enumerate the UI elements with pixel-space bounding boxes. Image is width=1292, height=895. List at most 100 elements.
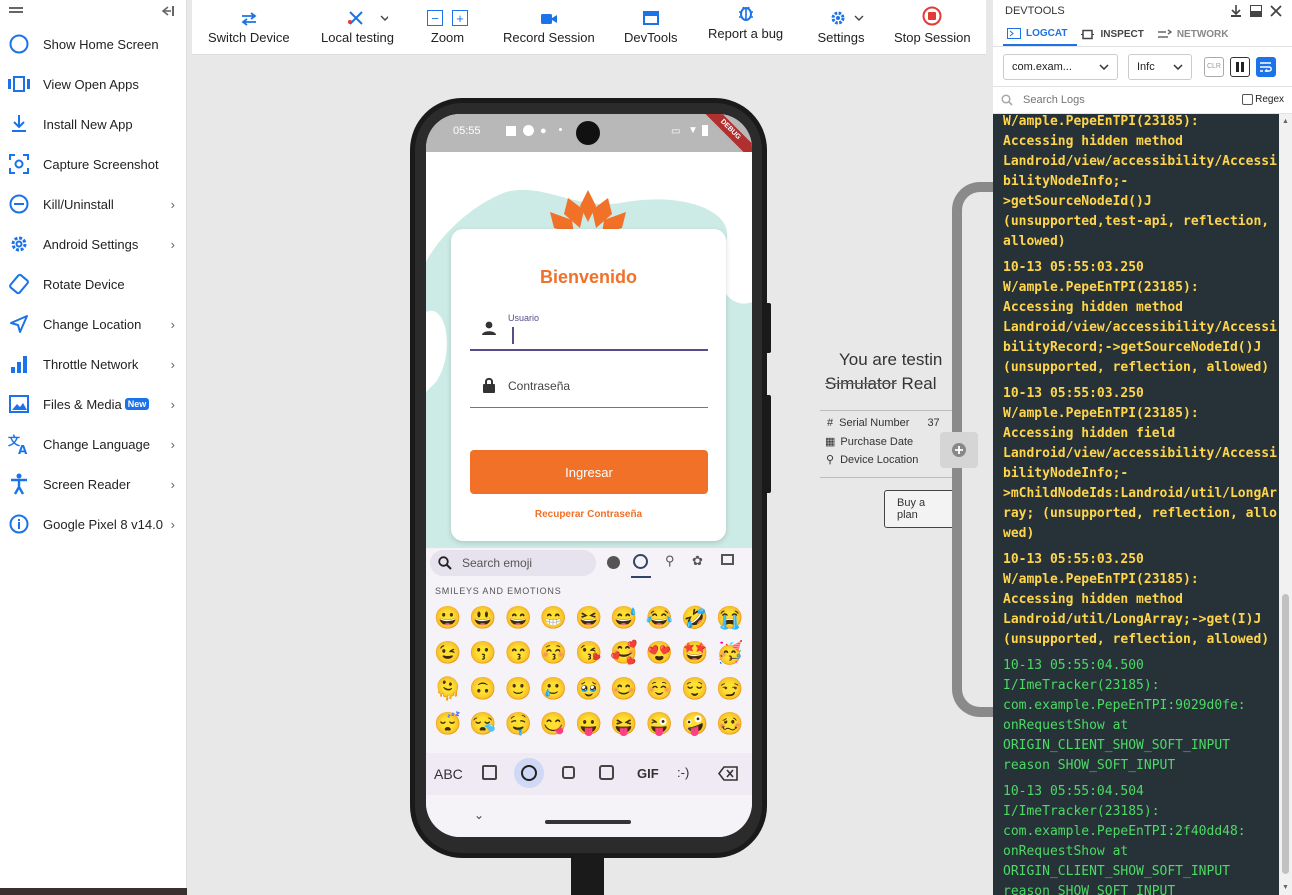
emoji-key[interactable]: 🤩	[677, 636, 712, 672]
log-level-select[interactable]: Infc	[1128, 53, 1192, 80]
emoji-key[interactable]: 😝	[606, 707, 641, 743]
sticker-search-key[interactable]	[482, 765, 497, 780]
sidebar-item-files-media[interactable]: Files & Media New ›	[0, 384, 186, 424]
sidebar-item-screen-reader[interactable]: Screen Reader ›	[0, 464, 186, 504]
devtools-button[interactable]: DevTools	[624, 0, 677, 55]
sidebar-item-install-new-app[interactable]: Install New App	[0, 104, 186, 144]
emoji-key[interactable]: 😛	[571, 707, 606, 743]
emoji-key[interactable]: 😋	[536, 707, 571, 743]
emoji-key[interactable]: 😴	[430, 707, 465, 743]
emoji-key[interactable]: 🤤	[501, 707, 536, 743]
emoji-key[interactable]: 😘	[571, 636, 606, 672]
emoji-key[interactable]: 😊	[606, 671, 641, 707]
emoji-key[interactable]: 🥴	[712, 707, 747, 743]
emoji-key[interactable]: 😉	[430, 636, 465, 672]
regex-toggle[interactable]: Regex	[1242, 94, 1284, 105]
emoji-key[interactable]: 🥳	[712, 636, 747, 672]
tab-network[interactable]: NETWORK	[1154, 22, 1239, 46]
sidebar-item-view-open-apps[interactable]: View Open Apps	[0, 64, 186, 104]
record-session-button[interactable]: Record Session	[503, 0, 595, 55]
gif-key[interactable]: GIF	[637, 766, 659, 781]
tab-inspect[interactable]: INSPECT	[1077, 22, 1153, 46]
log-scroll-thumb[interactable]	[1282, 594, 1289, 874]
emoji-key[interactable]: 😍	[642, 636, 677, 672]
emoji-key[interactable]	[514, 758, 544, 788]
hamburger-icon[interactable]	[9, 3, 23, 21]
close-icon[interactable]	[1270, 5, 1282, 17]
stop-session-button[interactable]: Stop Session	[894, 0, 971, 55]
log-search-input[interactable]	[1023, 94, 1203, 106]
scroll-up-icon[interactable]: ▲	[1282, 118, 1289, 125]
package-select[interactable]: com.exam...	[1003, 53, 1118, 80]
emoji-key[interactable]: 😜	[642, 707, 677, 743]
switch-device-button[interactable]: Switch Device	[208, 0, 290, 55]
buy-plan-button[interactable]: Buy a plan	[884, 490, 960, 528]
emoji-key[interactable]: 😀	[430, 600, 465, 636]
emoji-key[interactable]: 😚	[536, 636, 571, 672]
sticker-key[interactable]	[599, 765, 614, 780]
abc-key[interactable]: ABC	[434, 766, 463, 782]
zoom-out-button[interactable]: −	[427, 10, 443, 26]
emoji-key[interactable]: 🥰	[606, 636, 641, 672]
volume-button[interactable]	[765, 395, 771, 493]
sidebar-item-throttle-network[interactable]: Throttle Network ›	[0, 344, 186, 384]
password-field[interactable]: Contraseña	[470, 369, 708, 408]
pause-logs-button[interactable]	[1230, 56, 1250, 77]
sidebar-item-kill-uninstall[interactable]: Kill/Uninstall ›	[0, 184, 186, 224]
expand-panel-button[interactable]	[940, 432, 978, 468]
emoji-kitchen-key[interactable]	[562, 766, 575, 779]
emoji-key[interactable]: 😗	[465, 636, 500, 672]
emoji-key[interactable]: 😁	[536, 600, 571, 636]
animals-tab-icon[interactable]: ✿	[692, 553, 703, 569]
sidebar-item-android-settings[interactable]: Android Settings ›	[0, 224, 186, 264]
local-testing-button[interactable]: Local testing	[321, 0, 394, 55]
emoji-key[interactable]: 🥹	[571, 671, 606, 707]
people-activity-tab-icon[interactable]: ⚲	[665, 553, 675, 569]
emoji-key[interactable]: 😪	[465, 707, 500, 743]
emoticon-key[interactable]: :-)	[677, 765, 689, 780]
power-button[interactable]	[765, 303, 771, 353]
food-tab-icon[interactable]	[721, 554, 734, 565]
collapse-sidebar-icon[interactable]	[160, 3, 174, 21]
sidebar-item-change-language[interactable]: 文A Change Language ›	[0, 424, 186, 464]
smileys-tab-icon[interactable]	[633, 554, 648, 569]
emoji-key[interactable]: ☺️	[642, 671, 677, 707]
login-button[interactable]: Ingresar	[470, 450, 708, 494]
emoji-key[interactable]: 🤣	[677, 600, 712, 636]
sidebar-item-show-home-screen[interactable]: Show Home Screen	[0, 24, 186, 64]
emoji-key[interactable]: 🤪	[677, 707, 712, 743]
emoji-key[interactable]: 😭	[712, 600, 747, 636]
sidebar-item-device-info[interactable]: Google Pixel 8 v14.0 ›	[0, 504, 186, 544]
emoji-search-input[interactable]: Search emoji	[430, 550, 596, 576]
sidebar-item-capture-screenshot[interactable]: Capture Screenshot	[0, 144, 186, 184]
wrap-lines-button[interactable]	[1256, 56, 1276, 77]
gesture-bar[interactable]	[545, 820, 631, 824]
recent-emoji-tab-icon[interactable]	[607, 556, 620, 569]
dock-icon[interactable]	[1250, 5, 1262, 17]
emoji-key[interactable]: 😃	[465, 600, 500, 636]
emoji-key[interactable]: 😏	[712, 671, 747, 707]
tab-logcat[interactable]: LOGCAT	[1003, 22, 1078, 46]
regex-checkbox[interactable]	[1242, 94, 1254, 105]
log-scrollbar[interactable]: ▲ ▼	[1279, 114, 1292, 895]
sidebar-item-change-location[interactable]: Change Location ›	[0, 304, 186, 344]
report-bug-button[interactable]: Report a bug	[708, 0, 783, 55]
recover-password-link[interactable]: Recuperar Contraseña	[451, 509, 726, 520]
emoji-key[interactable]: 😌	[677, 671, 712, 707]
settings-button[interactable]: Settings	[816, 0, 866, 55]
emoji-key[interactable]: 🫠	[430, 671, 465, 707]
emoji-key[interactable]: 😙	[501, 636, 536, 672]
username-field[interactable]: Usuario	[470, 311, 708, 351]
zoom-in-button[interactable]: +	[452, 10, 468, 26]
emoji-key[interactable]: 🙃	[465, 671, 500, 707]
backspace-icon[interactable]	[718, 766, 738, 781]
clear-logs-button[interactable]: CLR	[1204, 56, 1224, 77]
download-logs-icon[interactable]	[1230, 5, 1242, 17]
emoji-key[interactable]: 🙂	[501, 671, 536, 707]
hide-keyboard-icon[interactable]: ⌄	[474, 808, 484, 822]
emoji-key[interactable]: 😄	[501, 600, 536, 636]
emoji-key[interactable]: 🥲	[536, 671, 571, 707]
scroll-down-icon[interactable]: ▼	[1282, 884, 1289, 891]
sidebar-item-rotate-device[interactable]: Rotate Device	[0, 264, 186, 304]
emoji-key[interactable]: 😆	[571, 600, 606, 636]
